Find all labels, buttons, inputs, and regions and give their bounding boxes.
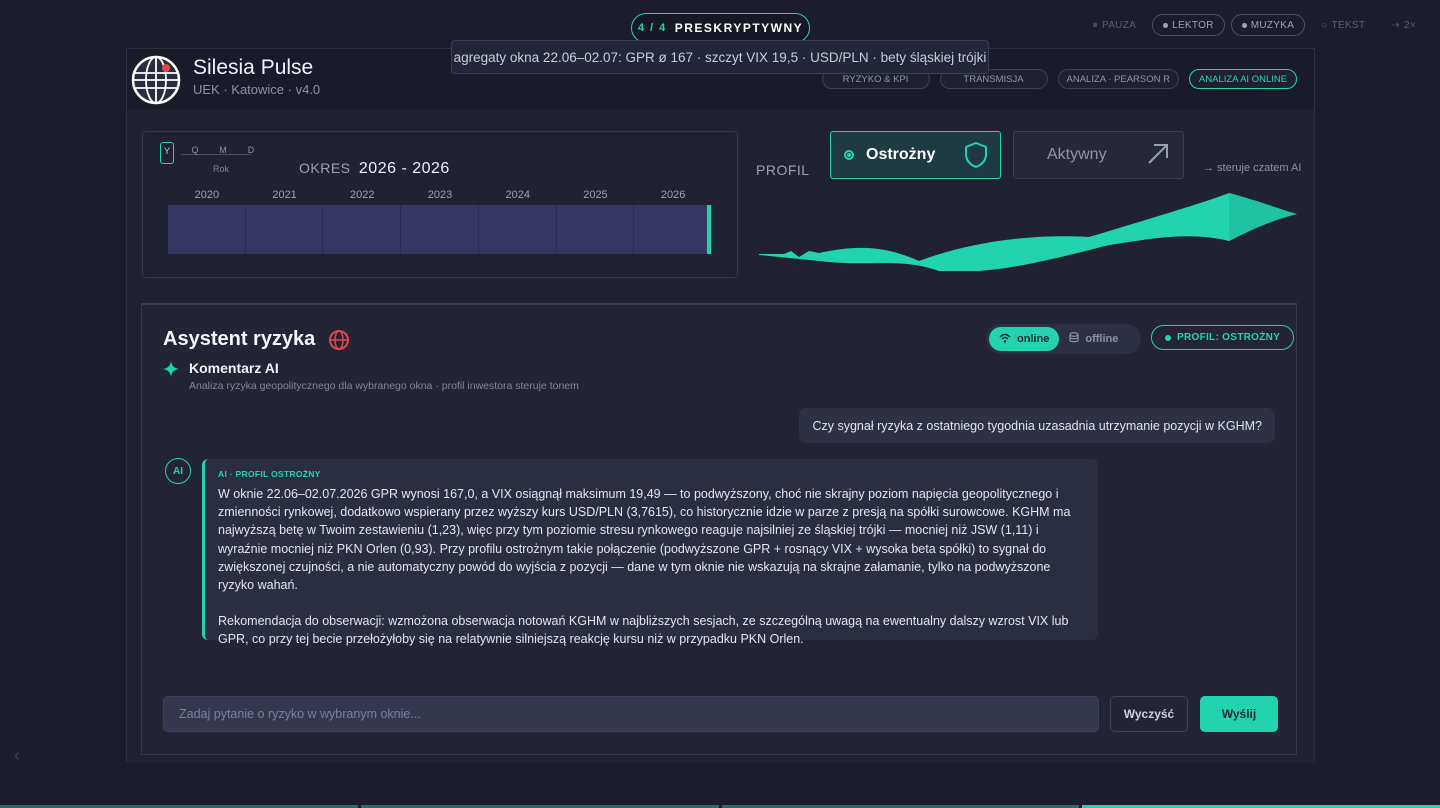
timeline-segment[interactable]: [557, 205, 635, 254]
timeline-segment[interactable]: [479, 205, 557, 254]
granularity-day[interactable]: D: [244, 142, 258, 164]
shield-icon: [965, 141, 987, 169]
year-label: 2023: [427, 189, 453, 201]
wifi-icon: [999, 333, 1011, 346]
sparkle-icon: [163, 361, 179, 377]
okres-value: 2026 - 2026: [358, 160, 450, 177]
main-content: Y Q M D Rok OKRES 2026 - 2026 2020 2021 …: [127, 109, 1314, 763]
arrow-up-right-icon: [1148, 144, 1168, 164]
question-input[interactable]: [163, 696, 1099, 732]
mode-offline-label: offline: [1085, 333, 1119, 345]
ai-message-paragraph: W oknie 22.06–02.07.2026 GPR wynosi 167,…: [218, 487, 1071, 593]
online-offline-toggle: online offline: [986, 324, 1141, 354]
profile-option-name: Aktywny: [1047, 146, 1107, 163]
timeline-segment[interactable]: [323, 205, 402, 254]
timeline-years: 2020 2021 2022 2023 2024 2025 2026: [168, 189, 712, 201]
step-counter: 4 / 4: [637, 22, 667, 34]
mode-online-label: online: [1017, 333, 1050, 345]
pause-icon: ⏸: [1092, 19, 1098, 31]
clear-button[interactable]: Wyczyść: [1110, 696, 1188, 732]
globe-icon: [329, 330, 349, 350]
radio-selected-icon: [844, 150, 854, 160]
profile-badge: PROFIL: OSTROŻNY: [1151, 325, 1295, 350]
timeline-range-handle[interactable]: [707, 205, 711, 254]
lektor-label: LEKTOR: [1172, 19, 1214, 31]
year-label: 2021: [272, 189, 297, 201]
step-label: PRESKRYPTYWNY: [674, 21, 804, 35]
granularity-year[interactable]: Y: [160, 142, 174, 164]
year-label: 2025: [583, 189, 608, 201]
year-label: 2026: [660, 189, 686, 201]
app-title: Silesia Pulse: [193, 56, 314, 79]
year-label: 2024: [505, 189, 530, 201]
tekst-label: TEKST: [1331, 19, 1366, 31]
muzyka-label: MUZYKA: [1250, 19, 1295, 31]
ai-avatar: AI: [165, 458, 191, 484]
step-indicator: 4 / 4 PRESKRYPTYWNY: [631, 13, 810, 43]
timeline-segment[interactable]: [168, 205, 246, 254]
user-message: Czy sygnał ryzyka z ostatniego tygodnia …: [799, 408, 1275, 443]
speed-button[interactable]: ⇢ 2×: [1381, 14, 1426, 36]
globe-logo-icon: [131, 55, 181, 105]
granularity-selected-label: Rok: [213, 164, 230, 174]
granularity-switch: Y Q M D: [160, 142, 258, 164]
timeline-bar[interactable]: [168, 205, 713, 254]
ai-message: AI · PROFIL OSTROŻNY W oknie 22.06–02.07…: [202, 459, 1098, 646]
presentation-controls: ⏸ PAUZA LEKTOR MUZYKA ○ TEKST ⇢ 2×: [1083, 14, 1426, 36]
timeline-segment[interactable]: [634, 205, 713, 254]
ai-message-tag: AI · PROFIL OSTROŻNY: [218, 469, 321, 479]
ai-message-body: W oknie 22.06–02.07.2026 GPR wynosi 167,…: [218, 485, 1084, 649]
okres-display: OKRES 2026 - 2026: [299, 160, 450, 178]
dot-icon: [1241, 22, 1247, 28]
profile-hint: → steruje czatem AI: [1203, 162, 1302, 174]
assistant-title: Asystent ryzyka: [163, 328, 316, 350]
granularity-quarter[interactable]: Q: [188, 142, 202, 164]
profile-option-aktywny[interactable]: Aktywny: [1013, 131, 1184, 179]
lektor-toggle[interactable]: LEKTOR: [1152, 14, 1225, 36]
aggregates-tooltip: agregaty okna 22.06–02.07: GPR ø 167 · s…: [451, 40, 989, 74]
ai-commentary-subtitle: Analiza ryzyka geopolitycznego dla wybra…: [189, 380, 579, 392]
status-dot-icon: [1165, 334, 1171, 341]
risk-wave-visualization: [759, 193, 1297, 271]
chevron-left-icon[interactable]: ‹: [14, 745, 20, 766]
profile-option-name: Ostrożny: [866, 146, 936, 163]
okres-label: OKRES: [299, 160, 351, 176]
pause-label: PAUZA: [1101, 19, 1137, 31]
ai-message-paragraph: Rekomendacja do obserwacji: wzmożona obs…: [218, 614, 1069, 647]
profile-option-ostrozny[interactable]: Ostrożny: [830, 131, 1001, 179]
tekst-toggle[interactable]: ○ TEKST: [1311, 14, 1375, 36]
year-label: 2020: [194, 189, 220, 201]
nav-analiza-pearson[interactable]: ANALIZA · PEARSON R: [1057, 69, 1179, 89]
granularity-month[interactable]: M: [216, 142, 230, 164]
pause-button[interactable]: ⏸ PAUZA: [1083, 14, 1146, 36]
database-icon: [1069, 332, 1079, 346]
mode-offline[interactable]: offline: [1059, 327, 1128, 351]
send-button[interactable]: Wyślij: [1200, 696, 1278, 732]
profile-badge-label: PROFIL: OSTROŻNY: [1177, 332, 1281, 343]
nav-analiza-ai-online[interactable]: ANALIZA AI ONLINE: [1189, 69, 1297, 89]
mode-online[interactable]: online: [989, 327, 1060, 351]
dot-icon: [1163, 22, 1169, 28]
risk-assistant-panel: Asystent ryzyka online offline PROFIL: O…: [141, 303, 1297, 755]
app-subtitle: UEK · Katowice · v4.0: [193, 82, 321, 97]
timeline-segment[interactable]: [246, 205, 324, 254]
year-label: 2022: [350, 189, 375, 201]
muzyka-toggle[interactable]: MUZYKA: [1230, 14, 1306, 36]
ai-commentary-title: Komentarz AI: [189, 360, 279, 376]
speed-icon: ⇢: [1391, 19, 1400, 31]
speed-label: 2×: [1403, 19, 1416, 31]
app-window: Silesia Pulse UEK · Katowice · v4.0 RYZY…: [126, 48, 1315, 763]
profile-label: PROFIL: [756, 162, 810, 178]
timeline-segment[interactable]: [401, 205, 479, 254]
circle-icon: ○: [1321, 19, 1328, 31]
period-selector: Y Q M D Rok OKRES 2026 - 2026 2020 2021 …: [142, 131, 738, 278]
